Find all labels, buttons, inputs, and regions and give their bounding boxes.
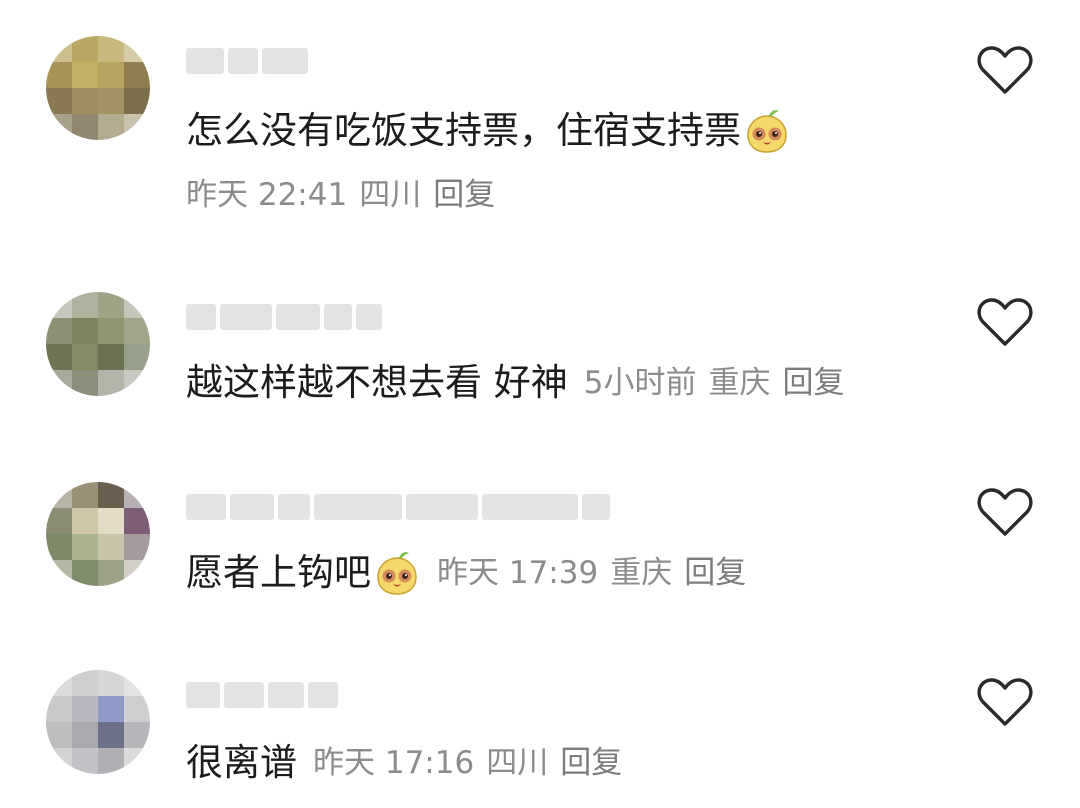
- comment-text: 很离谱: [186, 741, 297, 784]
- username[interactable]: [186, 302, 382, 332]
- comment-meta: 昨天 17:16 四川 回复: [313, 738, 634, 788]
- comment-text: 怎么没有吃饭支持票，住宿支持票: [186, 109, 741, 152]
- avatar[interactable]: [46, 482, 150, 586]
- comment-text-row: 愿者上钩吧 昨天 17:39 重庆 回复: [186, 548, 758, 598]
- avatar[interactable]: [46, 292, 150, 396]
- comment-text-row: 怎么没有吃饭支持票，住宿支持票: [186, 106, 791, 156]
- comment-text-row: 越这样越不想去看 好神 5小时前 重庆 回复: [186, 358, 857, 408]
- reply-button[interactable]: 回复: [560, 738, 622, 788]
- comment-meta: 5小时前 重庆 回复: [584, 358, 857, 408]
- comment-text: 愿者上钩吧: [186, 551, 371, 594]
- heart-outline-icon[interactable]: [976, 676, 1034, 728]
- comment-location: 重庆: [708, 365, 771, 401]
- reply-button[interactable]: 回复: [684, 548, 746, 598]
- comment-text: 越这样越不想去看 好神: [186, 361, 568, 404]
- comment-text-row: 很离谱 昨天 17:16 四川 回复: [186, 738, 634, 788]
- heart-outline-icon[interactable]: [976, 486, 1034, 538]
- comment-time: 昨天 17:39: [437, 555, 599, 591]
- heart-outline-icon[interactable]: [976, 296, 1034, 348]
- avatar[interactable]: [46, 670, 150, 774]
- username[interactable]: [186, 46, 308, 76]
- avatar[interactable]: [46, 36, 150, 140]
- comment-time: 5小时前: [583, 365, 697, 401]
- username[interactable]: [186, 492, 610, 522]
- comment-location: 四川: [486, 745, 549, 781]
- reply-button[interactable]: 回复: [783, 358, 845, 408]
- username[interactable]: [186, 680, 338, 710]
- comment-meta: 昨天 17:39 重庆 回复: [437, 548, 758, 598]
- comment-time: 昨天 17:16: [313, 745, 475, 781]
- comment-location: 四川: [359, 177, 422, 213]
- reply-button[interactable]: 回复: [433, 177, 495, 213]
- comment-time: 昨天 22:41: [186, 177, 348, 213]
- heart-outline-icon[interactable]: [976, 44, 1034, 96]
- comment-meta: 昨天 22:41 四川 回复: [186, 173, 507, 217]
- smiling-face-sticker-icon: [743, 107, 791, 155]
- smiling-face-sticker-icon: [373, 549, 421, 597]
- comment-location: 重庆: [610, 555, 673, 591]
